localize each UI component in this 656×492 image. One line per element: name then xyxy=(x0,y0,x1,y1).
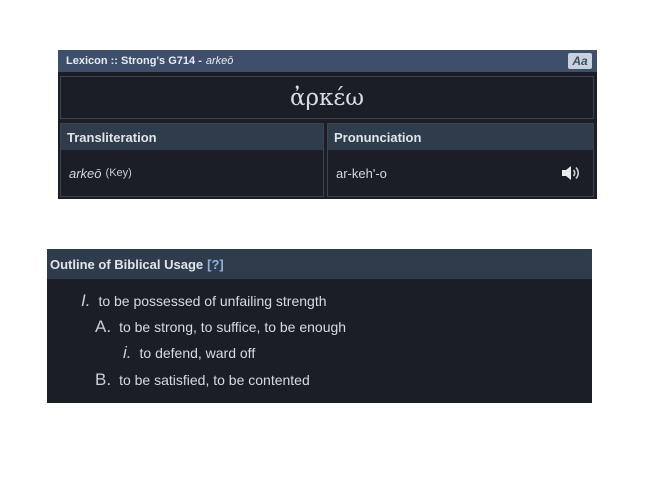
outline-text: to be possessed of unfailing strength xyxy=(98,293,327,309)
outline-item: A. to be strong, to suffice, to be enoug… xyxy=(95,317,346,337)
speaker-icon[interactable] xyxy=(560,164,582,182)
outline-item: i. to defend, ward off xyxy=(123,343,255,363)
lexicon-panel: Lexicon :: Strong's G714 - arkeō Aa ἀρκέ… xyxy=(58,50,597,199)
transliteration-key-link[interactable]: (Key) xyxy=(106,167,132,179)
outline-item: B. to be satisfied, to be contented xyxy=(95,370,310,390)
outline-marker: i. xyxy=(123,343,132,362)
lexicon-header: Lexicon :: Strong's G714 - arkeō Aa xyxy=(58,50,597,72)
outline-heading: Outline of Biblical Usage xyxy=(50,256,204,272)
pronunciation-cell: Pronunciation ar-keh'-o xyxy=(327,123,594,197)
pronunciation-heading: Pronunciation xyxy=(328,124,593,150)
transliteration-heading: Transliteration xyxy=(61,124,323,150)
outline-marker: A. xyxy=(95,317,112,336)
outline-panel: Outline of Biblical Usage [?] I. to be p… xyxy=(47,249,592,403)
outline-marker: B. xyxy=(95,370,112,389)
pronunciation-body: ar-keh'-o xyxy=(328,150,593,196)
transliteration-cell: Transliteration arkeō (Key) xyxy=(60,123,324,197)
outline-help-link[interactable]: [?] xyxy=(207,257,224,272)
greek-word: ἀρκέω xyxy=(60,76,594,119)
outline-marker: I. xyxy=(81,291,91,310)
lexicon-header-word: arkeō xyxy=(205,55,234,67)
outline-text: to be strong, to suffice, to be enough xyxy=(119,319,347,335)
outline-header: Outline of Biblical Usage [?] xyxy=(47,249,592,279)
outline-text: to defend, ward off xyxy=(139,345,256,361)
outline-text: to be satisfied, to be contented xyxy=(119,372,310,388)
transliteration-body: arkeō (Key) xyxy=(61,150,323,196)
transliteration-value: arkeō xyxy=(69,165,102,181)
outline-item: I. to be possessed of unfailing strength xyxy=(81,291,327,311)
font-size-toggle-button[interactable]: Aa xyxy=(568,53,592,69)
pronunciation-value: ar-keh'-o xyxy=(336,165,387,181)
lexicon-header-label: Lexicon :: Strong's G714 - xyxy=(66,55,202,67)
